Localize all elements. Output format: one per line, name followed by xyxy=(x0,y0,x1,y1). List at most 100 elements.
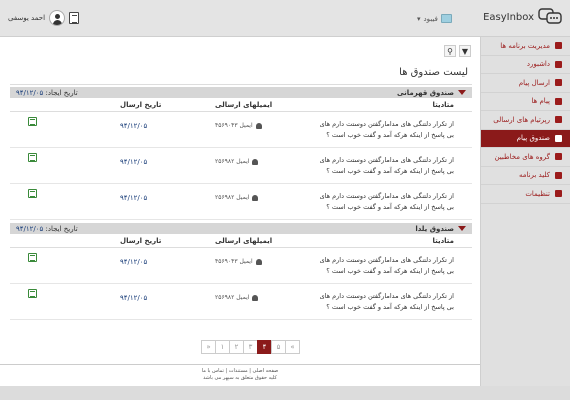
created-value: ۹۴/۱۲/۰۵ xyxy=(16,224,44,233)
table-row[interactable]: ۹۴/۱۲/۰۵ ۴۵۶۹۰۴۳ ایمیل از تکرار دلتنگی های… xyxy=(10,249,472,284)
user-icon xyxy=(252,294,259,301)
sidebar-item-label: گروه های مخاطبین xyxy=(494,152,550,161)
message-line: بی پاسخ از اینکه هرکه آمد و گفت خوب است … xyxy=(326,203,454,211)
app-logo[interactable]: EasyInbox xyxy=(483,8,562,26)
avatar[interactable] xyxy=(49,10,66,26)
user-icon xyxy=(252,194,259,201)
user-name[interactable]: احمد یوسفی xyxy=(8,14,45,22)
document-icon[interactable] xyxy=(69,12,80,24)
sidebar-item-label: مدیریت برنامه ها xyxy=(500,41,550,50)
bottom-strip xyxy=(0,386,570,400)
emails-count: ۲۵۶۹۸۲ ایمیل xyxy=(215,158,259,165)
footer-links[interactable]: صفحه اصلی | مستندات | تماس با ما xyxy=(0,368,480,375)
main-content: ⚲ ▼ لیست صندوق ها تاریخ ایجاد: ۹۴/۱۲/۰۵ ص… xyxy=(0,37,480,400)
emails-count: ۲۵۶۹۸۲ ایمیل xyxy=(215,194,259,201)
note-icon[interactable] xyxy=(28,253,37,262)
emails-count-label: ۲۵۶۹۸۲ ایمیل xyxy=(215,158,250,165)
page-button[interactable]: « xyxy=(285,340,300,354)
sidebar: مدیریت برنامه ها داشبورد ارسال پیام پیام ها… xyxy=(480,37,570,400)
sidebar-item[interactable]: ارسال پیام xyxy=(481,74,570,93)
sidebar-item[interactable]: گروه های مخاطبین xyxy=(481,148,570,167)
note-icon[interactable] xyxy=(28,153,37,162)
message-line: از تکرار دلتنگی های مدامارگفتن دوستت دار… xyxy=(319,192,454,200)
sidebar-item-label: پیام ها xyxy=(531,97,550,106)
page-button[interactable]: ۱ xyxy=(215,340,230,354)
sent-date: ۹۴/۱۲/۰۵ xyxy=(120,158,148,166)
page-button[interactable]: ۵ xyxy=(271,340,286,354)
collapse-triangle-icon[interactable] xyxy=(458,90,466,95)
collapse-triangle-icon[interactable] xyxy=(458,226,466,231)
created-label: تاریخ ایجاد: xyxy=(45,88,78,97)
message-preview: از تکرار دلتنگی های مدامارگفتن دوستت دار… xyxy=(304,291,454,313)
send-icon xyxy=(555,79,562,87)
message-preview: از تکرار دلتنگی های مدامارگفتن دوستت دار… xyxy=(304,255,454,277)
message-line: بی پاسخ از اینکه هرکه آمد و گفت خوب است … xyxy=(326,131,454,139)
emails-count-label: ۲۵۶۹۸۲ ایمیل xyxy=(215,294,250,301)
sidebar-item[interactable]: رپرتیام های ارسالی xyxy=(481,111,570,130)
message-icon xyxy=(555,97,562,105)
table-row[interactable]: ۹۴/۱۲/۰۵ ۲۵۶۹۸۲ ایمیل از تکرار دلتنگی های … xyxy=(10,185,472,220)
divider xyxy=(10,84,472,85)
sent-date: ۹۴/۱۲/۰۵ xyxy=(120,194,148,202)
message-line: بی پاسخ از اینکه هرکه آمد و گفت خوب است … xyxy=(326,267,454,275)
mailbox-group-header[interactable]: تاریخ ایجاد: ۹۴/۱۲/۰۵ صندوق قهرمانی xyxy=(10,87,472,98)
table-row[interactable]: ۹۴/۱۲/۰۵ ۴۵۶۹۰۴۳ ایمیل از تکرار دلتنگی های… xyxy=(10,113,472,148)
emails-count-label: ۴۵۶۹۰۴۳ ایمیل xyxy=(215,258,253,265)
sidebar-item[interactable]: مدیریت برنامه ها xyxy=(481,37,570,56)
table-row[interactable]: ۹۴/۱۲/۰۵ ۲۵۶۹۸۲ ایمیل از تکرار دلتنگی های … xyxy=(10,149,472,184)
user-menu[interactable]: احمد یوسفی xyxy=(8,10,80,26)
flag-icon xyxy=(440,14,452,23)
user-icon xyxy=(252,158,259,165)
dashboard-icon xyxy=(555,60,562,68)
sidebar-item-label: رپرتیام های ارسالی xyxy=(493,115,550,124)
user-icon xyxy=(255,122,262,129)
mailbox-group-header[interactable]: تاریخ ایجاد: ۹۴/۱۲/۰۵ صندوق یلدا xyxy=(10,223,472,234)
toolbar: ⚲ ▼ xyxy=(444,45,471,57)
language-selector[interactable]: ▾ فیبود xyxy=(417,14,452,23)
sidebar-item[interactable]: پیام ها xyxy=(481,93,570,111)
sidebar-item[interactable]: کلید برنامه xyxy=(481,167,570,185)
page-button[interactable]: ۴ xyxy=(257,340,272,354)
sidebar-item[interactable]: تنظیمات xyxy=(481,185,570,204)
envelope-icon xyxy=(555,134,562,142)
sent-date: ۹۴/۱۲/۰۵ xyxy=(120,294,148,302)
emails-count-label: ۴۵۶۹۰۴۳ ایمیل xyxy=(215,122,253,129)
settings-icon xyxy=(555,190,562,198)
table-row[interactable]: ۹۴/۱۲/۰۵ ۲۵۶۹۸۲ ایمیل از تکرار دلتنگی های … xyxy=(10,285,472,320)
page-button[interactable]: ۳ xyxy=(243,340,258,354)
sidebar-item-label: تنظیمات xyxy=(525,189,550,198)
note-icon[interactable] xyxy=(28,289,37,298)
sent-date: ۹۴/۱۲/۰۵ xyxy=(120,122,148,130)
users-icon xyxy=(555,153,562,161)
note-icon[interactable] xyxy=(28,117,37,126)
created-date: تاریخ ایجاد: ۹۴/۱۲/۰۵ xyxy=(16,89,78,97)
table-header: تاریخ ارسال ایمیلهای ارسالی متادیتا xyxy=(10,99,472,112)
mailbox-name-label: صندوق یلدا xyxy=(415,224,454,233)
page-button[interactable]: » xyxy=(201,340,216,354)
mailbox-name-label: صندوق قهرمانی xyxy=(397,88,454,97)
sidebar-item[interactable]: داشبورد xyxy=(481,56,570,74)
message-preview: از تکرار دلتنگی های مدامارگفتن دوستت دار… xyxy=(304,155,454,177)
note-icon[interactable] xyxy=(28,189,37,198)
message-line: بی پاسخ از اینکه هرکه آمد و گفت خوب است … xyxy=(326,167,454,175)
message-line: بی پاسخ از اینکه هرکه آمد و گفت خوب است … xyxy=(326,303,454,311)
message-line: از تکرار دلتنگی های مدامارگفتن دوستت دار… xyxy=(319,120,454,128)
emails-count: ۲۵۶۹۸۲ ایمیل xyxy=(215,294,259,301)
pagination: » ۱ ۲ ۳ ۴ ۵ « xyxy=(201,340,300,354)
search-icon[interactable]: ⚲ xyxy=(444,45,456,57)
message-preview: از تکرار دلتنگی های مدامارگفتن دوستت دار… xyxy=(304,191,454,213)
sidebar-item-label: کلید برنامه xyxy=(518,171,550,180)
sidebar-item[interactable]: صندوق پیام xyxy=(481,129,570,148)
filter-icon[interactable]: ▼ xyxy=(459,45,471,57)
language-label: فیبود xyxy=(423,14,438,23)
emails-count: ۴۵۶۹۰۴۳ ایمیل xyxy=(215,258,262,265)
top-header: احمد یوسفی ▾ فیبود EasyInbox xyxy=(0,0,570,37)
chevron-down-icon: ▾ xyxy=(417,14,421,23)
mailbox-name[interactable]: صندوق یلدا xyxy=(415,225,466,233)
page-button[interactable]: ۲ xyxy=(229,340,244,354)
mailbox-name[interactable]: صندوق قهرمانی xyxy=(397,89,466,97)
sidebar-item-label: داشبورد xyxy=(526,60,550,69)
user-icon xyxy=(255,258,262,265)
message-line: از تکرار دلتنگی های مدامارگفتن دوستت دار… xyxy=(319,256,454,264)
sidebar-item-label: ارسال پیام xyxy=(518,78,550,87)
